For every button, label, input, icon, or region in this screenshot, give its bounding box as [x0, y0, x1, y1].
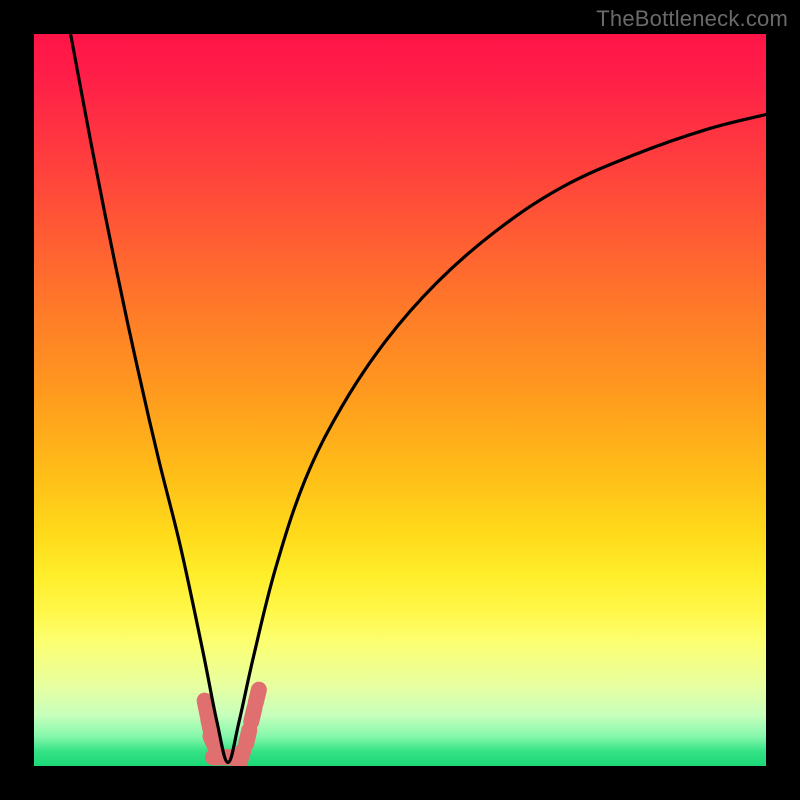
valley-marker — [256, 690, 259, 704]
watermark-text: TheBottleneck.com — [596, 6, 788, 32]
valley-marker — [210, 736, 216, 749]
valley-marker — [239, 751, 243, 764]
chart-frame: TheBottleneck.com — [0, 0, 800, 800]
bottleneck-curve — [71, 34, 766, 762]
valley-marker — [246, 730, 249, 744]
curve-layer — [34, 34, 766, 766]
plot-area — [34, 34, 766, 766]
